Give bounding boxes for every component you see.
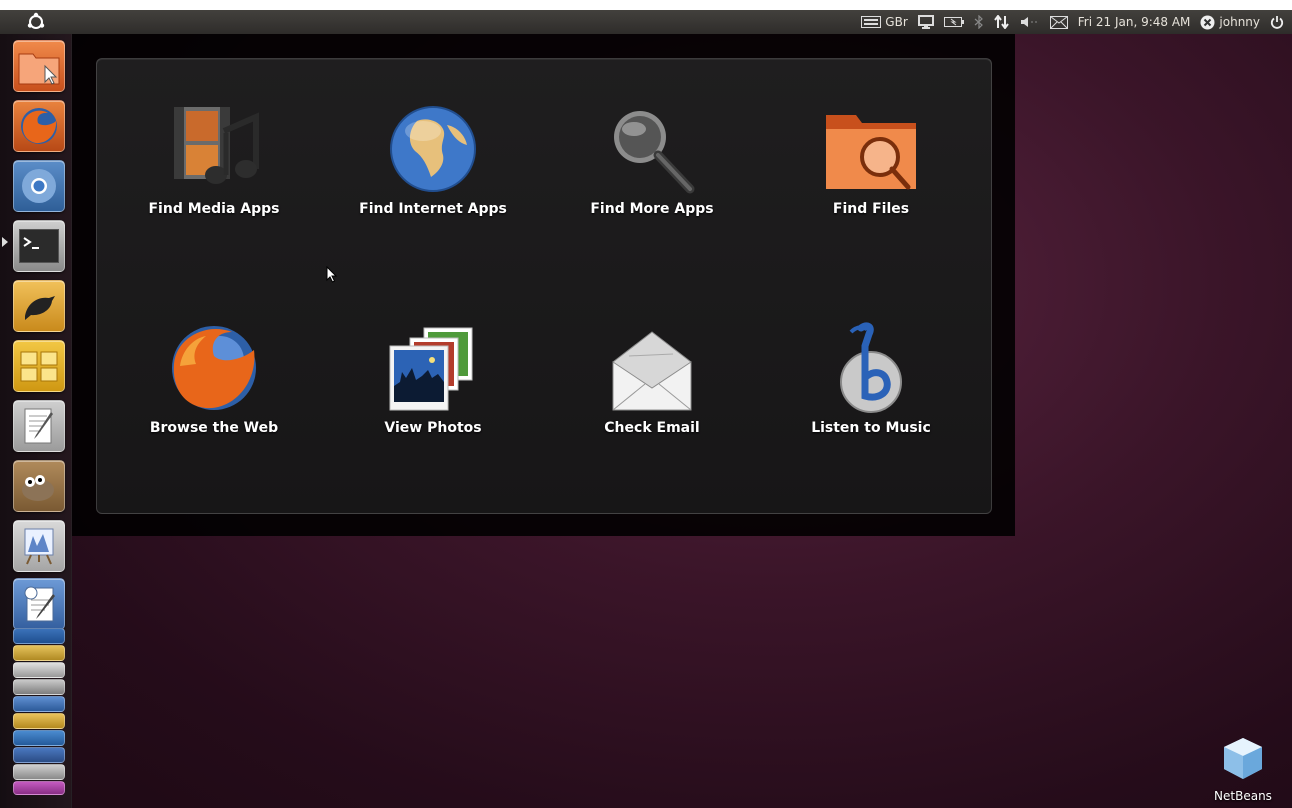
launcher-item-firefox[interactable] xyxy=(13,100,65,152)
bluetooth-icon xyxy=(974,15,983,29)
shortcut-label: Find Internet Apps xyxy=(359,201,507,217)
shortcut-label: Find More Apps xyxy=(590,201,714,217)
launcher-item-files[interactable] xyxy=(13,40,65,92)
office-writer-icon xyxy=(24,586,55,622)
text-editor-icon xyxy=(24,408,53,444)
keyboard-layout-label: GBr xyxy=(885,15,908,29)
display-indicator[interactable] xyxy=(917,15,934,29)
shortcut-label: Find Media Apps xyxy=(148,201,280,217)
shortcut-find-more-apps[interactable]: Find More Apps xyxy=(542,95,762,217)
launcher-stack-item[interactable] xyxy=(13,764,65,780)
shortcut-label: Find Files xyxy=(832,201,910,217)
envelope-icon xyxy=(1049,15,1068,29)
ubuntu-button[interactable] xyxy=(0,10,72,34)
shortcut-find-internet-apps[interactable]: Find Internet Apps xyxy=(323,95,543,217)
shortcut-browse-the-web[interactable]: Browse the Web xyxy=(104,314,324,436)
battery-indicator[interactable] xyxy=(943,16,964,28)
launcher-stack-item[interactable] xyxy=(13,781,65,795)
launcher-stack-item[interactable] xyxy=(13,679,65,695)
messaging-indicator[interactable] xyxy=(1049,15,1068,29)
envelope-icon xyxy=(612,331,692,411)
netbeans-cube-icon xyxy=(1224,738,1262,779)
firefox-icon xyxy=(21,108,57,144)
indicator-area: GBr Fri 21 Jan, 9:48 AM johnny xyxy=(861,10,1284,34)
shortcut-label: View Photos xyxy=(384,420,482,436)
launcher xyxy=(0,34,72,808)
clock-indicator[interactable]: Fri 21 Jan, 9:48 AM xyxy=(1078,15,1191,29)
launcher-item-image-viewer[interactable] xyxy=(13,520,65,572)
shortcut-view-photos[interactable]: View Photos xyxy=(323,314,543,436)
monitor-icon xyxy=(917,15,934,29)
launcher-item-chromium[interactable] xyxy=(13,160,65,212)
workspaces-icon xyxy=(20,351,58,382)
launcher-item-workspaces[interactable] xyxy=(13,340,65,392)
media-apps-icon xyxy=(174,107,259,184)
launcher-stack-item[interactable] xyxy=(13,747,65,763)
launcher-item-gimp[interactable] xyxy=(13,460,65,512)
top-strip xyxy=(0,0,1292,10)
shortcut-check-email[interactable]: Check Email xyxy=(542,314,762,436)
shortcut-label: Listen to Music xyxy=(811,420,931,436)
ubuntu-logo-icon xyxy=(27,12,45,29)
chromium-icon xyxy=(22,169,56,203)
launcher-stack-item[interactable] xyxy=(13,662,65,678)
shortcut-find-media-apps[interactable]: Find Media Apps xyxy=(104,95,324,217)
session-indicator[interactable] xyxy=(1270,15,1284,29)
power-icon xyxy=(1270,16,1284,29)
terminal-icon xyxy=(19,229,59,263)
network-arrows-icon xyxy=(993,15,1009,29)
banshee-icon xyxy=(840,322,902,413)
user-name-label: johnny xyxy=(1219,15,1260,29)
keyboard-icon xyxy=(861,16,882,28)
launcher-stack-item[interactable] xyxy=(13,628,65,644)
battery-icon xyxy=(943,17,964,27)
photos-icon xyxy=(389,327,473,411)
image-viewer-icon xyxy=(24,528,54,565)
volume-indicator[interactable] xyxy=(1020,16,1040,28)
user-status-icon xyxy=(1200,15,1215,29)
gwibber-bird-icon xyxy=(25,296,55,320)
launcher-item-terminal[interactable] xyxy=(13,220,65,272)
active-app-pip xyxy=(2,237,8,247)
top-panel: GBr Fri 21 Jan, 9:48 AM johnny xyxy=(0,0,1292,34)
dash-panel: Find Media Apps Find Internet Apps Find xyxy=(96,58,992,514)
globe-icon xyxy=(390,106,476,192)
shortcut-label: Check Email xyxy=(604,420,700,436)
shortcut-listen-to-music[interactable]: Listen to Music xyxy=(761,314,981,436)
launcher-item-gwibber[interactable] xyxy=(13,280,65,332)
gimp-icon xyxy=(22,475,54,501)
speaker-muted-icon xyxy=(1020,17,1039,27)
desktop-icon-netbeans[interactable]: NetBeans xyxy=(1208,735,1278,803)
shortcut-label: Browse the Web xyxy=(149,420,279,436)
mouse-pointer-icon xyxy=(326,266,338,283)
clock-label: Fri 21 Jan, 9:48 AM xyxy=(1077,15,1191,29)
launcher-stack-item[interactable] xyxy=(13,696,65,712)
shortcut-find-files[interactable]: Find Files xyxy=(761,95,981,217)
folder-search-icon xyxy=(826,115,916,190)
keyboard-indicator[interactable]: GBr xyxy=(861,15,908,29)
desktop-icon-label: NetBeans xyxy=(1214,789,1272,803)
launcher-stack-item[interactable] xyxy=(13,645,65,661)
user-indicator[interactable]: johnny xyxy=(1200,15,1260,30)
bluetooth-indicator[interactable] xyxy=(974,15,984,29)
launcher-stack-item[interactable] xyxy=(13,730,65,746)
firefox-icon xyxy=(172,326,256,410)
launcher-item-text-editor[interactable] xyxy=(13,400,65,452)
launcher-item-office-writer[interactable] xyxy=(13,578,65,630)
magnifier-icon xyxy=(614,111,695,194)
network-indicator[interactable] xyxy=(993,15,1010,29)
launcher-stack-item[interactable] xyxy=(13,713,65,729)
files-folder-icon xyxy=(18,53,60,85)
